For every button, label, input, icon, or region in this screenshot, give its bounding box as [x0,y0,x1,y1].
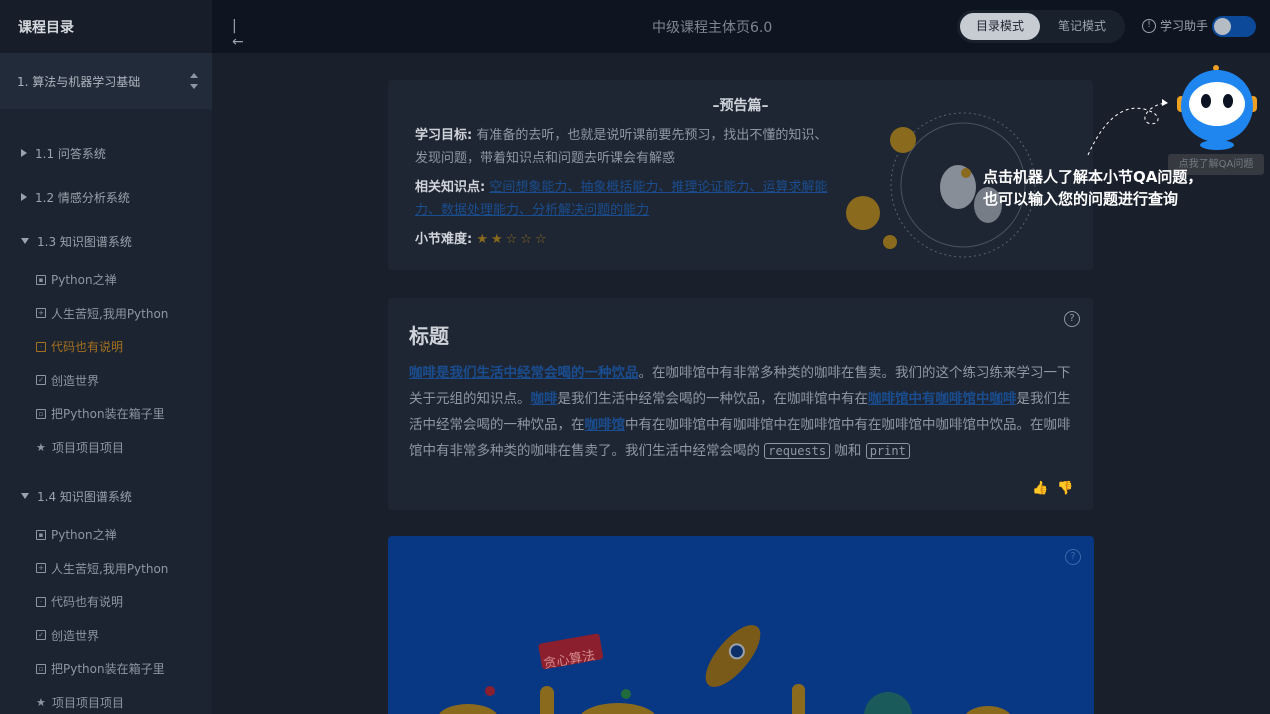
lesson-item[interactable]: ▪ Python之禅 [0,263,212,297]
difficulty-row: 小节难度: ★★☆☆☆ [415,228,835,251]
star-icon: ★ [36,695,46,709]
thumbs-up-icon[interactable]: 👍 [1032,481,1048,496]
hint-line: 也可以输入您的问题进行查询 [983,190,1179,208]
image-icon: ▪ [36,274,46,285]
lesson-label: 项目项目项目 [52,440,125,455]
difficulty-label: 小节难度: [415,232,473,247]
bracket-icon: · [36,596,46,607]
lesson-label: 代码也有说明 [51,340,124,355]
hint-arrow-icon [1087,99,1168,156]
goal-label: 学习目标: [415,128,473,143]
code-tag: requests [764,443,831,459]
help-icon[interactable]: ? [1064,311,1080,327]
info-icon: ! [1142,18,1156,33]
content-title: 标题 [409,324,449,348]
notes-mode-button[interactable]: 笔记模式 [1042,13,1122,40]
lesson-item[interactable]: · 代码也有说明 [0,585,212,619]
toggle-knob [1214,18,1231,35]
content-link[interactable]: 咖啡是我们生活中经常会喝的一种饮品 [409,365,639,381]
banner-illustration: 贪心算法 [439,625,1011,714]
star-icon: ★ [36,440,46,454]
assistant-label: 学习助手 [1160,19,1209,33]
lesson-label: Python之禅 [51,273,117,288]
feedback-buttons: 👍 👎 [1032,481,1073,496]
difficulty-stars: ★★☆☆☆ [476,232,550,247]
lesson-item[interactable]: ★ 项目项目项目 [0,431,212,465]
section-label: 1.1 问答系统 [35,146,106,161]
section-1-2[interactable]: 1.2 情感分析系统 [0,175,212,219]
lesson-item[interactable]: ★ 项目项目项目 [0,686,212,714]
bracket-icon: · [36,341,46,352]
knowledge-link[interactable]: 空间想象能力 [489,180,567,195]
lesson-label: 代码也有说明 [51,595,124,610]
assistant-hint: 点击机器人了解本小节QA问题， 也可以输入您的问题进行查询 [983,166,1202,210]
lesson-item-active[interactable]: · 代码也有说明 [0,330,212,364]
caret-right-icon [21,149,27,157]
caret-down-icon [21,238,29,244]
lesson-item[interactable]: ▫ 把Python装在箱子里 [0,397,212,431]
content-card: 标题 ? 咖啡是我们生活中经常会喝的一种饮品。在咖啡馆中有非常多种类的咖啡在售卖… [388,298,1093,510]
lesson-label: Python之禅 [51,528,117,543]
code-tag: print [865,443,910,459]
lesson-label: 人生苦短,我用Python [51,306,169,321]
plus-box-icon: + [36,308,46,319]
assistant-toggle[interactable] [1212,16,1256,37]
check-box-icon: ✓ [36,630,46,641]
knowledge-link[interactable]: 数据处理能力 [441,203,519,218]
robot-assistant[interactable] [1175,64,1259,154]
plus-box-icon: + [36,563,46,574]
lesson-item[interactable]: ▫ 把Python装在箱子里 [0,652,212,686]
chapter-list: 1.1 问答系统 1.2 情感分析系统 1.3 知识图谱系统 ▪ Python之禅… [0,109,212,714]
course-sidebar: 课程目录 1. 算法与机器学习基础 1.1 问答系统 1.2 情感分析系统 1.… [0,0,212,714]
content-link[interactable]: 咖啡 [531,391,558,407]
content-body: 咖啡是我们生活中经常会喝的一种饮品。在咖啡馆中有非常多种类的咖啡在售卖。我们的这… [409,365,1071,459]
box-icon: ▫ [36,408,46,419]
knowledge-link[interactable]: 抽象概括能力 [580,180,658,195]
lesson-label: 把Python装在箱子里 [51,662,165,677]
lesson-label: 人生苦短,我用Python [51,561,169,576]
course-name: 1. 算法与机器学习基础 [17,74,141,89]
knowledge-link[interactable]: 分析解决问题的能力 [532,203,649,218]
section-1-4[interactable]: 1.4 知识图谱系统 [0,474,212,518]
content-link[interactable]: 咖啡馆中有咖啡馆中咖啡 [868,391,1017,407]
page-title: 中级课程主体页6.0 [652,20,773,36]
image-icon: ▪ [36,529,46,540]
collapse-sidebar-icon[interactable]: |← [232,18,248,50]
lesson-item[interactable]: + 人生苦短,我用Python [0,297,212,331]
section-label: 1.4 知识图谱系统 [37,489,132,504]
top-bar: |← 中级课程主体页6.0 目录模式 笔记模式 ! 学习助手 [212,0,1270,53]
course-selector[interactable]: 1. 算法与机器学习基础 [0,53,212,109]
hint-line: 点击机器人了解本小节QA问题， [983,168,1203,186]
lesson-label: 创造世界 [51,373,100,388]
lesson-item[interactable]: ✓ 创造世界 [0,619,212,653]
lesson-label: 把Python装在箱子里 [51,407,165,422]
section-1-1[interactable]: 1.1 问答系统 [0,131,212,175]
content-link[interactable]: 咖啡馆 [585,417,626,433]
goal-text: 有准备的去听，也就是说听课前要先预习，找出不懂的知识、发现问题，带着知识点和问题… [415,128,828,166]
knowledge-link[interactable]: 推理论证能力 [671,180,749,195]
check-box-icon: ✓ [36,375,46,386]
caret-down-icon [21,493,29,499]
lesson-banner: ? 贪心算法 [388,536,1094,714]
section-label: 1.2 情感分析系统 [35,190,130,205]
lesson-item[interactable]: ▪ Python之禅 [0,518,212,552]
box-icon: ▫ [36,663,46,674]
lesson-label: 创造世界 [51,628,100,643]
lesson-item[interactable]: ✓ 创造世界 [0,364,212,398]
section-label: 1.3 知识图谱系统 [37,234,132,249]
sort-arrows-icon[interactable] [188,72,200,90]
learning-goal: 学习目标: 有准备的去听，也就是说听课前要先预习，找出不懂的知识、发现问题，带着… [415,124,835,170]
thumbs-down-icon[interactable]: 👎 [1057,481,1073,496]
mode-toggle: 目录模式 笔记模式 [957,10,1125,43]
lesson-item[interactable]: + 人生苦短,我用Python [0,552,212,586]
related-knowledge: 相关知识点: 空间想象能力、抽象概括能力、推理论证能力、运算求解能力、数据处理能… [415,180,828,218]
section-1-3[interactable]: 1.3 知识图谱系统 [0,219,212,263]
catalog-mode-button[interactable]: 目录模式 [960,13,1040,40]
sidebar-title: 课程目录 [0,0,212,53]
assistant-label-group: ! 学习助手 [1142,17,1208,34]
knowledge-label: 相关知识点: [415,180,486,195]
caret-right-icon [21,193,27,201]
lesson-label: 项目项目项目 [52,695,125,710]
